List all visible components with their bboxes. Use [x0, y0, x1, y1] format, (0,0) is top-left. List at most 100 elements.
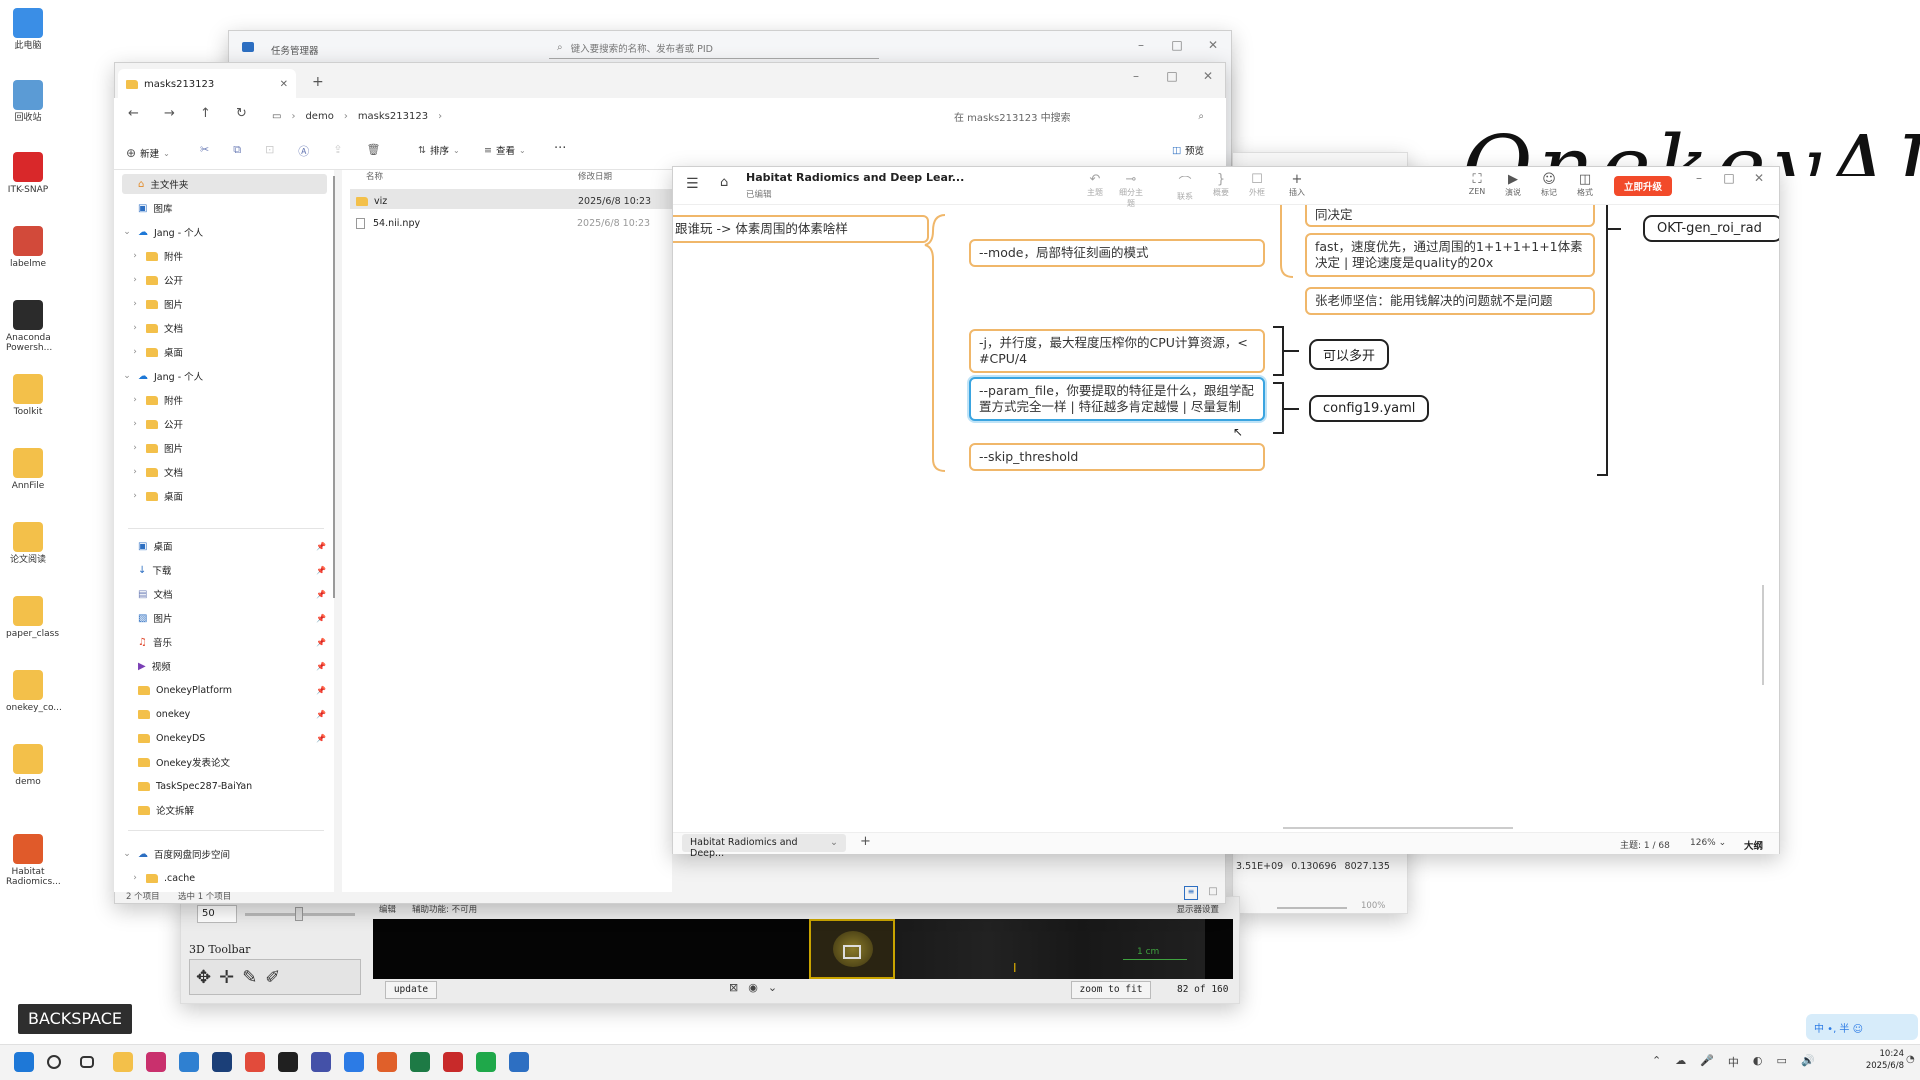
excel-icon[interactable]	[410, 1052, 430, 1072]
column-header-name[interactable]: 名称	[366, 170, 383, 182]
chevron-right-icon[interactable]: ›	[130, 443, 140, 453]
file-explorer-icon[interactable]	[113, 1052, 133, 1072]
cut-icon[interactable]: ✂	[200, 143, 209, 159]
chevron-right-icon[interactable]: ›	[130, 251, 140, 261]
itk-slider-thumb[interactable]	[295, 907, 303, 921]
add-sheet-icon[interactable]: +	[860, 834, 871, 849]
sidebar-item[interactable]: ▣ 图库	[122, 198, 327, 218]
chevron-right-icon[interactable]: ›	[130, 299, 140, 309]
desktop-icon[interactable]: 论文阅读	[6, 522, 50, 565]
back-icon[interactable]: ←	[128, 106, 139, 121]
layout-icon[interactable]: ⊠	[729, 981, 738, 994]
app-tray-icon[interactable]: ◐	[1753, 1054, 1763, 1070]
pin-icon[interactable]: 📌	[316, 614, 326, 623]
close-icon[interactable]: ✕	[1190, 62, 1226, 90]
mindmap-toolbar-button[interactable]: } 概要	[1206, 172, 1236, 198]
sidebar-item[interactable]: › .cache	[122, 868, 327, 888]
file-row[interactable]: viz 2025/6/8 10:23	[356, 192, 672, 210]
chevron-right-icon[interactable]: ›	[130, 467, 140, 477]
sidebar-item[interactable]: › 桌面	[122, 342, 327, 362]
chevron-right-icon[interactable]: ›	[130, 323, 140, 333]
tray-icons[interactable]: ⌃ ☁ 🎤 中 ◐ ▭ 🔊	[1652, 1054, 1815, 1070]
quick-access-item[interactable]: ♫ 音乐 📌	[138, 632, 326, 652]
itk-snap-window[interactable]: 50 3D Toolbar ✥ ✛ ✎ ✐ 编辑 辅助功能: 不可用 显示器设置…	[180, 896, 1240, 1004]
itk-slider-value[interactable]: 50	[197, 905, 237, 923]
sidebar-item[interactable]: › 公开	[122, 414, 327, 434]
chevron-down-icon[interactable]: ⌄	[768, 981, 777, 994]
notification-icon[interactable]: ◔	[1906, 1054, 1915, 1065]
sidebar-item[interactable]: › 附件	[122, 390, 327, 410]
scalpel-tool-icon[interactable]: ✐	[265, 967, 280, 988]
node-skip-threshold[interactable]: --skip_threshold	[969, 443, 1265, 471]
desktop-icon[interactable]: ITK-SNAP	[6, 152, 50, 195]
rename-icon[interactable]: Ⓐ	[298, 143, 309, 159]
chevron-right-icon[interactable]: ›	[130, 395, 140, 405]
explorer-edit-icons[interactable]: ✂ ⧉ ⊡ Ⓐ ⇪ 🗑	[200, 143, 380, 159]
column-header-date[interactable]: 修改日期	[578, 170, 612, 182]
mindmap-toolbar-button[interactable]: ◫ 格式	[1570, 172, 1600, 198]
minimize-icon[interactable]: –	[1684, 164, 1714, 192]
quick-access-item[interactable]: onekey 📌	[138, 704, 326, 724]
task-manager-search[interactable]: ⌕ 键入要搜索的名称、发布者或 PID	[549, 37, 879, 59]
breadcrumb-item[interactable]: demo	[305, 111, 333, 122]
search-icon[interactable]	[47, 1055, 61, 1069]
mindmap-toolbar-button[interactable]: + 插入	[1282, 172, 1312, 198]
desktop-icon[interactable]: 此电脑	[6, 8, 50, 51]
breadcrumb[interactable]: ▭ › demo › masks213123 ›	[272, 104, 932, 128]
node-okt[interactable]: OKT-gen_roi_rad	[1643, 215, 1779, 242]
itk-zoom-slider[interactable]	[1277, 907, 1347, 909]
chevron-right-icon[interactable]: ›	[130, 347, 140, 357]
pin-icon[interactable]: 📌	[316, 590, 326, 599]
chevron-down-icon[interactable]: ⌄	[122, 227, 132, 237]
explorer-search-box[interactable]: 在 masks213123 中搜索 ⌕	[942, 104, 1214, 128]
chevron-down-icon[interactable]: ⌄	[122, 371, 132, 381]
desktop-icon[interactable]: labelme	[6, 226, 50, 269]
desktop-icon[interactable]: Anaconda Powersh...	[6, 300, 52, 353]
chevron-right-icon[interactable]: ›	[130, 419, 140, 429]
upgrade-button[interactable]: 立即升级	[1614, 176, 1672, 196]
node-param-file[interactable]: --param_file，你要提取的特征是什么，跟组学配置方式完全一样 | 特征…	[969, 377, 1265, 421]
quick-access-item[interactable]: OnekeyPlatform 📌	[138, 680, 326, 700]
close-icon[interactable]: ✕	[1744, 164, 1774, 192]
microphone-icon[interactable]: 🎤	[1700, 1054, 1714, 1070]
share-icon[interactable]: ⇪	[333, 143, 342, 159]
sidebar-item[interactable]: › 图片	[122, 438, 327, 458]
screen-recorder-icon[interactable]	[278, 1052, 298, 1072]
chevron-down-icon[interactable]: ⌄	[122, 849, 132, 859]
itk-zoom-to-fit-button[interactable]: zoom to fit	[1071, 981, 1151, 999]
close-icon[interactable]: ✕	[1195, 31, 1231, 59]
terminal-icon[interactable]	[212, 1052, 232, 1072]
camera-icon[interactable]: ◉	[748, 981, 758, 994]
pin-icon[interactable]: 📌	[316, 542, 326, 551]
maximize-icon[interactable]: □	[1154, 62, 1190, 90]
chrome-icon[interactable]	[245, 1052, 265, 1072]
up-icon[interactable]: ↑	[200, 106, 211, 121]
chevron-up-icon[interactable]: ⌃	[1652, 1054, 1661, 1070]
cloud-icon[interactable]: ☁	[1675, 1054, 1686, 1070]
chevron-right-icon[interactable]: ›	[130, 873, 140, 883]
task-view-icon[interactable]	[80, 1056, 94, 1068]
details-view-icon[interactable]: ≡	[1184, 886, 1198, 900]
quick-access-item[interactable]: TaskSpec287-BaiYan	[138, 776, 326, 796]
itk-update-button[interactable]: update	[385, 981, 437, 999]
sidebar-item[interactable]: ⌄ ☁ Jang - 个人	[122, 366, 327, 386]
view-button[interactable]: ≡ 查看 ⌄	[484, 143, 526, 158]
sidebar-item[interactable]: › 文档	[122, 318, 327, 338]
sidebar-scrollbar[interactable]	[333, 176, 335, 598]
minimize-icon[interactable]: –	[1123, 31, 1159, 59]
speaker-icon[interactable]: 🔊	[1801, 1054, 1815, 1070]
itk-image-viewport[interactable]: 1 cm I	[373, 919, 1233, 979]
node-j-param[interactable]: -j，并行度，最大程度压榨你的CPU计算资源，< #CPU/4	[969, 329, 1265, 373]
chevron-right-icon[interactable]: ›	[130, 275, 140, 285]
quick-access-item[interactable]: OnekeyDS 📌	[138, 728, 326, 748]
node-zhang[interactable]: 张老师坚信：能用钱解决的问题就不是问题	[1305, 287, 1595, 315]
sidebar-item[interactable]: ⌂ 主文件夹	[122, 174, 327, 194]
node-config[interactable]: config19.yaml	[1309, 395, 1430, 422]
file-explorer-tab[interactable]: masks213123 ✕	[118, 69, 296, 99]
copy-icon[interactable]: ⧉	[233, 143, 241, 159]
maximize-icon[interactable]: □	[1714, 164, 1744, 192]
app-icon[interactable]	[344, 1052, 364, 1072]
sidebar-item[interactable]: › 附件	[122, 246, 327, 266]
spray-tool-icon[interactable]: ✎	[242, 967, 257, 988]
menu-icon[interactable]: ☰	[686, 176, 699, 192]
